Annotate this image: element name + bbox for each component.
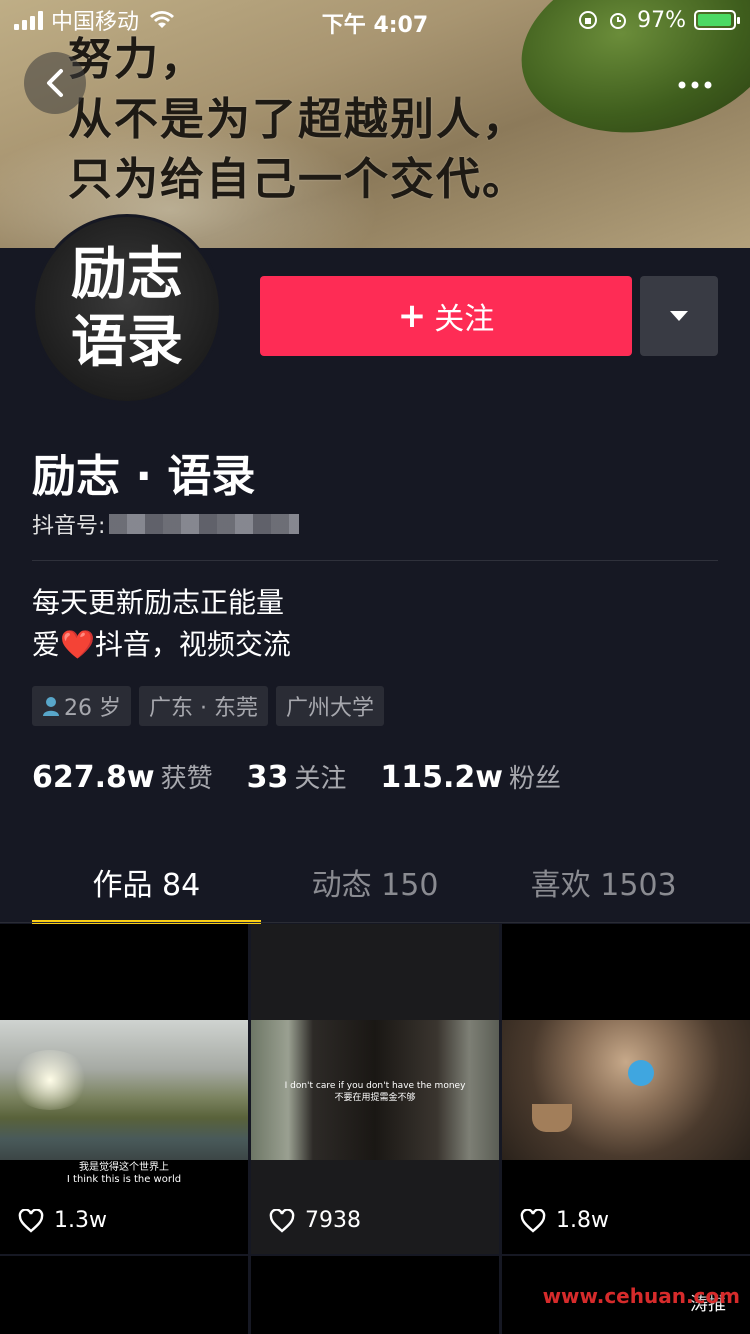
plus-icon: + [397,296,427,336]
bio-text: 抖音，视频交流 [94,628,291,661]
person-icon [43,697,59,716]
video-thumbnail[interactable]: I don't care if you don't have the money… [251,924,499,1254]
follow-button[interactable]: + 关注 [260,276,632,356]
video-subtitle-cn: 不要在用提需金不够 [334,1093,416,1103]
banner-quote: 努力， 从不是为了超越别人， 只为给自己一个交代。 [68,30,528,210]
heart-emoji-icon: ❤️ [60,628,95,661]
tag-school: 广州大学 [275,686,384,726]
follow-label: 关注 [434,302,495,337]
tag-label: 广东 · 东莞 [149,696,258,721]
battery-icon [694,10,740,30]
video-thumbnail[interactable]: 1.8w [502,924,750,1254]
profile-nickname: 励志 · 语录 [32,451,256,502]
bio-line: 每天更新励志正能量 [32,586,285,619]
thumbnail-image [502,1020,750,1160]
thumbnail-image: I don't care if you don't have the money… [251,1020,499,1160]
bio-text: 爱 [32,628,61,661]
tag-age: 26 岁 [32,686,131,726]
profile-stats: 627.8w 获赞 33 关注 115.2w 粉丝 [32,758,595,795]
bio-line: 爱❤️抖音，视频交流 [32,624,291,666]
video-likes: 7938 [269,1208,361,1233]
likes-count: 1.8w [556,1208,609,1233]
stat-followers[interactable]: 115.2w 粉丝 [380,758,561,795]
douyin-id-redacted [109,514,300,534]
tab-likes[interactable]: 喜欢 1503 [489,860,718,922]
video-likes: 1.3w [18,1208,107,1233]
more-dots-icon [678,81,712,89]
stat-label: 获赞 [160,764,213,794]
stat-label: 粉丝 [509,764,562,794]
video-grid: 我是觉得这个世界上 I think this is the world 1.3w… [0,924,750,1334]
stat-following[interactable]: 33 关注 [247,758,347,795]
douyin-id-label: 抖音号: [32,514,106,539]
chevron-left-icon [47,69,63,97]
tab-moments[interactable]: 动态 150 [261,860,490,922]
stat-number: 115.2w [380,760,503,795]
avatar[interactable]: 励志 语录 [32,214,222,404]
recommend-dropdown-button[interactable] [640,276,718,356]
video-thumbnail[interactable]: 我是觉得这个世界上 I think this is the world 1.3w [0,924,248,1254]
caret-down-icon [670,311,688,321]
stat-number: 33 [246,760,289,795]
profile-bio: 每天更新励志正能量 爱❤️抖音，视频交流 [32,582,291,666]
avatar-text-line: 语录 [71,310,183,375]
likes-count: 1.3w [54,1208,107,1233]
tag-label: 26 岁 [64,696,121,721]
video-thumbnail[interactable] [251,1256,499,1334]
more-button[interactable] [666,56,724,114]
stat-likes[interactable]: 627.8w 获赞 [32,758,213,795]
video-likes: 1.8w [520,1208,609,1233]
profile-tabs: 作品 84 动态 150 喜欢 1503 [32,860,718,924]
stat-number: 627.8w [32,760,155,795]
stat-label: 关注 [294,764,347,794]
heart-outline-icon [520,1208,546,1233]
video-subtitle-en: I think this is the world [66,1174,182,1185]
divider [32,560,718,561]
banner-line: 从不是为了超越别人， [68,94,528,145]
video-subtitle-cn: 我是觉得这个世界上 [79,1162,169,1173]
profile-page: 努力， 从不是为了超越别人， 只为给自己一个交代。 中国移动 下午 4:07 9… [0,0,750,1334]
tag-label: 广州大学 [285,696,374,721]
douyin-id: 抖音号: [32,508,300,540]
video-subtitle-en: I don't care if you don't have the money [284,1081,466,1091]
heart-outline-icon [18,1208,44,1233]
avatar-text-line: 励志 [71,242,183,307]
status-bar: 中国移动 下午 4:07 97% [0,0,750,40]
banner-line: 只为给自己一个交代。 [68,154,528,205]
tabs-divider [0,922,750,923]
tab-works[interactable]: 作品 84 [32,860,261,924]
watermark-url: www.cehuan.com [542,1284,740,1308]
cup-shape [532,1104,572,1132]
thumbnail-image [0,1020,248,1160]
tag-location: 广东 · 东莞 [139,686,268,726]
clock-time: 下午 4:07 [321,13,429,38]
video-thumbnail[interactable] [0,1256,248,1334]
likes-count: 7938 [305,1208,361,1233]
heart-outline-icon [269,1208,295,1233]
profile-tags: 26 岁 广东 · 东莞 广州大学 [32,686,384,726]
back-button[interactable] [24,52,86,114]
